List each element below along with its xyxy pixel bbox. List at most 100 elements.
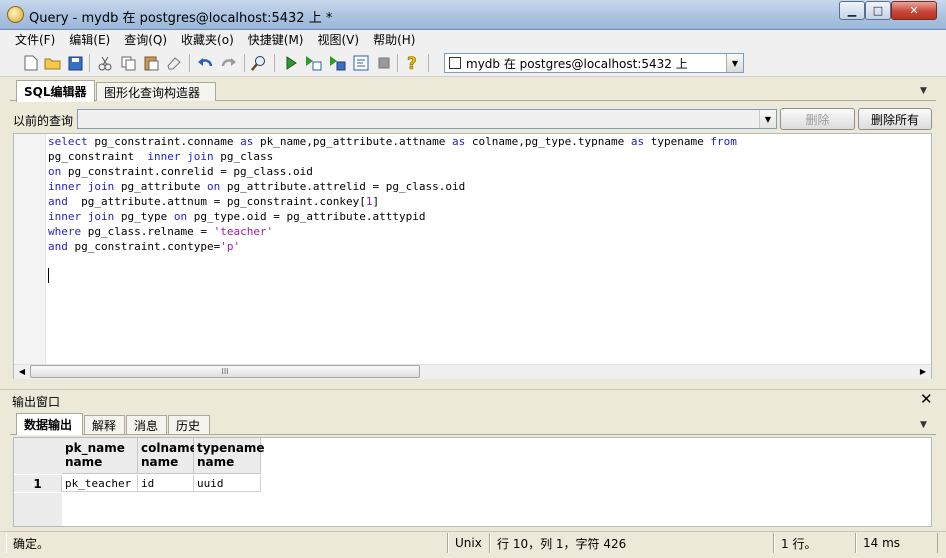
column-type: name — [197, 455, 235, 469]
column-header-typename[interactable]: typename name — [194, 438, 265, 474]
stop-icon[interactable] — [375, 54, 393, 72]
output-tab-strip: 数据输出 解释 消息 历史 ▼ — [10, 413, 936, 435]
tab-explain[interactable]: 解释 — [84, 415, 125, 434]
close-output-icon[interactable]: ✕ — [920, 390, 933, 408]
sql-keyword: and — [48, 240, 68, 253]
grid-corner[interactable] — [14, 438, 62, 474]
save-icon[interactable] — [66, 54, 84, 72]
status-cursor-position: 行 10，列 1，字符 426 — [490, 533, 774, 553]
sql-text: pg_attribute.attnum = pg_constraint.conk… — [67, 195, 366, 208]
execute-to-file-icon[interactable] — [328, 54, 346, 72]
menu-file[interactable]: 文件(F) — [8, 31, 62, 48]
connection-select[interactable]: mydb 在 postgres@localhost:5432 上 ▼ — [444, 53, 744, 73]
status-row-count: 1 行。 — [774, 533, 856, 553]
redo-icon[interactable] — [220, 54, 238, 72]
code-line[interactable]: select pg_constraint.conname as pk_name,… — [48, 134, 928, 149]
table-cell[interactable]: uuid — [194, 475, 261, 492]
menu-query[interactable]: 查询(Q) — [117, 31, 174, 48]
toolbar-separator — [189, 54, 190, 72]
code-line[interactable]: where pg_class.relname = 'teacher' — [48, 224, 928, 239]
new-file-icon[interactable] — [22, 54, 40, 72]
minimize-button[interactable]: ▁ — [839, 1, 865, 20]
paste-icon[interactable] — [142, 54, 160, 72]
tab-messages[interactable]: 消息 — [126, 415, 167, 434]
sql-text: pg_attribute.attrelid = pg_class.oid — [220, 180, 466, 193]
scroll-right-icon[interactable]: ▶ — [915, 364, 931, 379]
window-title: Query - mydb 在 postgres@localhost:5432 上… — [29, 11, 333, 26]
connection-checkbox[interactable] — [449, 57, 461, 69]
sql-text: typename — [644, 135, 711, 148]
status-exec-time: 14 ms — [856, 533, 938, 553]
code-line[interactable]: pg_constraint inner join pg_class — [48, 149, 928, 164]
menu-help[interactable]: 帮助(H) — [366, 31, 422, 48]
sql-text: ] — [372, 195, 380, 208]
table-cell[interactable]: pk_teacher — [62, 475, 138, 492]
menu-edit[interactable]: 编辑(E) — [62, 31, 117, 48]
maximize-button[interactable]: □ — [865, 1, 891, 20]
toolbar: ? mydb 在 postgres@localhost:5432 上 ▼ — [0, 49, 946, 77]
sql-keyword: on — [48, 165, 62, 178]
toolbar-separator — [89, 54, 90, 72]
sql-keyword: join — [187, 150, 214, 163]
close-window-button[interactable]: ✕ — [891, 1, 937, 20]
menu-view[interactable]: 视图(V) — [310, 31, 366, 48]
tab-history[interactable]: 历史 — [168, 415, 210, 434]
clear-icon[interactable] — [165, 54, 183, 72]
undo-icon[interactable] — [196, 54, 214, 72]
sql-keyword: as — [240, 135, 254, 148]
previous-queries-select[interactable]: ▼ — [77, 109, 777, 129]
panel-menu-arrow-icon[interactable]: ▼ — [920, 420, 927, 430]
delete-all-button[interactable]: 删除所有 — [858, 108, 932, 130]
tab-graphical-query-builder[interactable]: 图形化查询构造器 — [96, 82, 216, 101]
execute-icon[interactable] — [282, 54, 300, 72]
sql-keyword: inner — [147, 150, 181, 163]
scrollbar-thumb[interactable]: III — [30, 365, 420, 378]
sql-keyword: on — [173, 210, 188, 223]
connection-label: mydb 在 postgres@localhost:5432 上 — [466, 56, 688, 71]
sql-keyword: and — [48, 195, 68, 208]
sql-text: pg_type.oid = pg_attribute.atttypid — [187, 210, 426, 223]
sql-keyword: where — [48, 225, 82, 238]
column-type: name — [141, 455, 179, 469]
explain-icon[interactable] — [352, 54, 370, 72]
code-line[interactable]: and pg_attribute.attnum = pg_constraint.… — [48, 194, 928, 209]
code-line[interactable]: inner join pg_type on pg_type.oid = pg_a… — [48, 209, 928, 224]
code-line[interactable]: inner join pg_attribute on pg_attribute.… — [48, 179, 928, 194]
code-line[interactable]: on pg_constraint.conrelid = pg_class.oid — [48, 164, 928, 179]
sql-keyword: inner — [48, 210, 82, 223]
text-caret — [48, 268, 49, 283]
sql-keyword: as — [452, 135, 466, 148]
menu-macros[interactable]: 快捷键(M) — [241, 31, 311, 48]
toolbar-separator — [397, 54, 398, 72]
sql-text: pg_type — [114, 210, 174, 223]
output-window-header — [0, 389, 946, 409]
copy-icon[interactable] — [119, 54, 137, 72]
delete-button[interactable]: 删除 — [780, 108, 855, 130]
execute-explain-icon[interactable] — [304, 54, 322, 72]
tab-sql-editor[interactable]: SQL编辑器 — [16, 80, 95, 102]
sql-keyword: as — [630, 135, 645, 148]
row-number[interactable]: 1 — [14, 475, 62, 492]
menu-favourites[interactable]: 收藏夹(o) — [174, 31, 241, 48]
status-line-endings: Unix — [448, 533, 490, 553]
panel-menu-arrow-icon[interactable]: ▼ — [920, 86, 927, 96]
table-cell[interactable]: id — [138, 475, 194, 492]
open-folder-icon[interactable] — [43, 54, 61, 72]
chevron-down-icon[interactable]: ▼ — [759, 110, 776, 128]
column-header-pk-name[interactable]: pk_name name — [62, 438, 138, 474]
find-icon[interactable] — [250, 54, 268, 72]
sql-text: pg_class — [213, 150, 274, 163]
sql-text: pg_constraint.conrelid = pg_class.oid — [61, 165, 313, 178]
column-header-colname[interactable]: colname name — [138, 438, 198, 474]
sql-code[interactable]: select pg_constraint.conname as pk_name,… — [48, 134, 928, 254]
scroll-left-icon[interactable]: ◀ — [14, 364, 30, 379]
sql-keyword: from — [710, 135, 737, 148]
tab-data-output[interactable]: 数据输出 — [16, 413, 83, 435]
cut-icon[interactable] — [96, 54, 114, 72]
column-name: colname — [141, 441, 198, 455]
help-icon[interactable]: ? — [404, 54, 422, 72]
code-line[interactable]: and pg_constraint.contype='p' — [48, 239, 928, 254]
chevron-down-icon[interactable]: ▼ — [726, 54, 743, 72]
sql-text: pg_attribute — [114, 180, 207, 193]
